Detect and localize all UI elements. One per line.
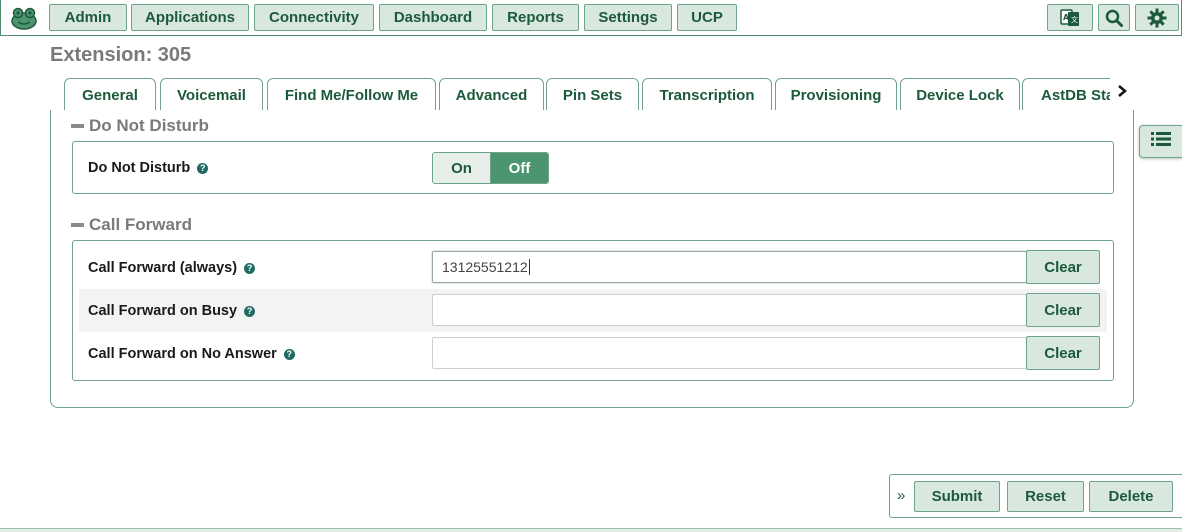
dnd-section-box: Do Not Disturb ? On Off	[72, 141, 1114, 194]
language-icon: A 文	[1060, 8, 1080, 28]
help-icon[interactable]: ?	[197, 162, 209, 174]
tab-pin-sets[interactable]: Pin Sets	[546, 78, 639, 110]
help-icon[interactable]: ?	[244, 305, 256, 317]
help-icon[interactable]: ?	[244, 262, 256, 274]
call-forward-always-label: Call Forward (always)	[88, 260, 238, 276]
page-title: Extension: 305	[50, 44, 192, 66]
settings-button[interactable]	[1135, 4, 1179, 31]
call-forward-always-clear-button[interactable]: Clear	[1026, 250, 1100, 284]
footer-divider	[0, 528, 1182, 532]
delete-button[interactable]: Delete	[1089, 481, 1173, 512]
top-navbar: Admin Applications Connectivity Dashboar…	[0, 0, 1182, 36]
nav-dashboard[interactable]: Dashboard	[379, 4, 487, 31]
text-caret	[528, 259, 530, 275]
collapse-icon	[71, 223, 84, 227]
call-forward-no-answer-clear-button[interactable]: Clear	[1026, 336, 1100, 370]
call-forward-always-value: 13125551212	[442, 259, 528, 275]
dnd-section-title: Do Not Disturb	[89, 116, 209, 135]
call-forward-no-answer-row: Call Forward on No Answer ? Clear	[79, 332, 1107, 375]
call-forward-section-box: Call Forward (always) ? 13125551212 Clea…	[72, 240, 1114, 381]
dnd-label: Do Not Disturb	[88, 160, 191, 176]
nav-settings[interactable]: Settings	[584, 4, 672, 31]
nav-ucp[interactable]: UCP	[677, 4, 737, 31]
help-icon[interactable]: ?	[283, 348, 295, 360]
call-forward-section-title: Call Forward	[89, 215, 192, 234]
tab-device-lock[interactable]: Device Lock	[900, 78, 1020, 110]
reset-button[interactable]: Reset	[1007, 481, 1084, 512]
call-forward-no-answer-input[interactable]	[432, 337, 1027, 369]
search-icon	[1105, 9, 1123, 27]
dnd-off-option[interactable]: Off	[491, 153, 548, 183]
tab-general[interactable]: General	[64, 78, 156, 110]
action-bar: » Submit Reset Delete	[889, 474, 1182, 518]
call-forward-busy-label-wrap: Call Forward on Busy ?	[88, 303, 256, 319]
call-forward-section-header[interactable]: Call Forward	[71, 215, 192, 235]
nav-reports[interactable]: Reports	[492, 4, 579, 31]
call-forward-always-input[interactable]: 13125551212	[432, 251, 1027, 283]
nav-applications[interactable]: Applications	[131, 4, 249, 31]
call-forward-always-row: Call Forward (always) ? 13125551212 Clea…	[79, 246, 1107, 289]
nav-admin[interactable]: Admin	[49, 4, 127, 31]
call-forward-busy-row: Call Forward on Busy ? Clear	[79, 289, 1107, 332]
dnd-row-label: Do Not Disturb ?	[88, 160, 209, 176]
call-forward-no-answer-label: Call Forward on No Answer	[88, 346, 277, 362]
frog-logo-icon[interactable]	[8, 5, 40, 31]
call-forward-always-label-wrap: Call Forward (always) ?	[88, 260, 256, 276]
tab-find-me-follow-me[interactable]: Find Me/Follow Me	[267, 78, 436, 110]
call-forward-busy-input[interactable]	[432, 294, 1027, 326]
call-forward-no-answer-label-wrap: Call Forward on No Answer ?	[88, 346, 295, 362]
tab-advanced[interactable]: Advanced	[439, 78, 544, 110]
call-forward-busy-clear-button[interactable]: Clear	[1026, 293, 1100, 327]
tab-voicemail[interactable]: Voicemail	[160, 78, 263, 110]
svg-text:文: 文	[1071, 15, 1078, 24]
tab-provisioning[interactable]: Provisioning	[775, 78, 897, 110]
svg-text:A: A	[1063, 13, 1070, 22]
chevron-right-icon	[1116, 84, 1128, 103]
tab-scroll-right-button[interactable]	[1110, 77, 1134, 110]
collapse-icon	[71, 124, 84, 128]
language-button[interactable]: A 文	[1047, 4, 1093, 31]
gear-icon	[1147, 8, 1167, 28]
tab-bar: General Voicemail Find Me/Follow Me Adva…	[50, 77, 1134, 111]
double-chevron-right-icon[interactable]: »	[897, 487, 905, 504]
submit-button[interactable]: Submit	[914, 481, 1000, 512]
call-forward-busy-label: Call Forward on Busy	[88, 303, 238, 319]
dnd-section-header[interactable]: Do Not Disturb	[71, 116, 209, 136]
tab-transcription[interactable]: Transcription	[642, 78, 772, 110]
dnd-toggle[interactable]: On Off	[432, 152, 549, 184]
search-button[interactable]	[1098, 4, 1130, 31]
nav-connectivity[interactable]: Connectivity	[254, 4, 374, 31]
extension-panel: Do Not Disturb Do Not Disturb ? On Off C…	[50, 110, 1134, 408]
list-icon	[1150, 130, 1172, 153]
dnd-on-option[interactable]: On	[433, 153, 491, 183]
side-list-button[interactable]	[1139, 125, 1182, 158]
